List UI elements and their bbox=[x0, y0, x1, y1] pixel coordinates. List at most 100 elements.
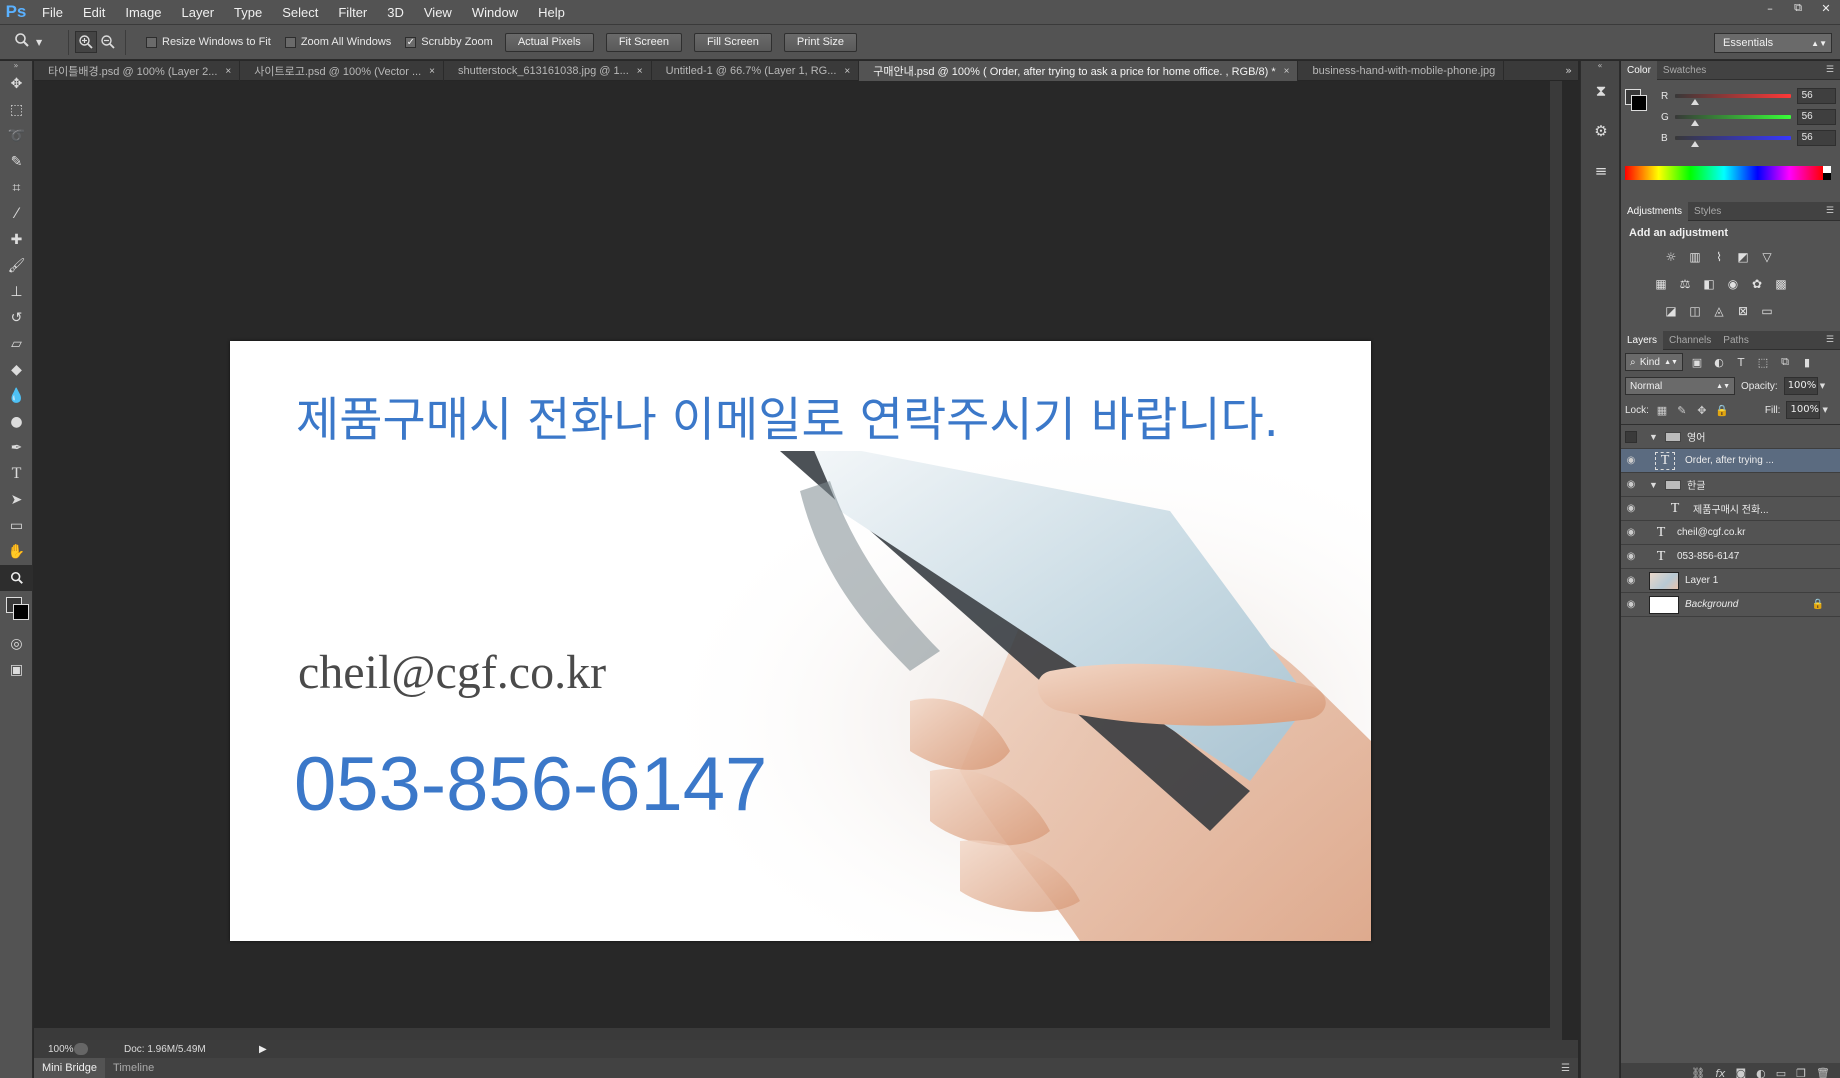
close-icon[interactable]: × bbox=[1284, 66, 1290, 77]
blue-value-input[interactable]: 56 bbox=[1796, 130, 1837, 146]
resize-windows-checkbox[interactable] bbox=[146, 36, 157, 48]
print-size-button[interactable]: Print Size bbox=[783, 32, 857, 52]
layer-row[interactable]: ◉ T 053-856-6147 bbox=[1621, 545, 1840, 569]
horizontal-scrollbar[interactable] bbox=[34, 1028, 1562, 1040]
panel-menu-icon[interactable]: ☰ bbox=[1561, 1063, 1570, 1074]
menu-help[interactable]: Help bbox=[528, 0, 575, 25]
chevron-down-icon[interactable]: ▼ bbox=[1820, 382, 1825, 390]
clone-stamp-tool-icon[interactable]: ⊥ bbox=[0, 279, 33, 305]
photo-filter-icon[interactable]: ◉ bbox=[1725, 276, 1741, 292]
status-menu-arrow-icon[interactable]: ▶ bbox=[259, 1044, 267, 1055]
doc-tab[interactable]: shutterstock_613161038.jpg @ 1... × bbox=[444, 61, 652, 81]
document-canvas[interactable]: 제품구매시 전화나 이메일로 연락주시기 바랍니다. cheil@cgf.co.… bbox=[230, 341, 1371, 941]
menu-image[interactable]: Image bbox=[115, 0, 171, 25]
doc-tab[interactable]: 타이틀배경.psd @ 100% (Layer 2... × bbox=[34, 61, 241, 81]
brightness-icon[interactable]: ☼ bbox=[1663, 249, 1679, 265]
paragraph-panel-icon[interactable]: ≡ bbox=[1581, 151, 1621, 191]
posterize-icon[interactable]: ◫ bbox=[1687, 303, 1703, 319]
zoom-level-field[interactable]: 100% bbox=[34, 1044, 74, 1055]
curves-icon[interactable]: ⌇ bbox=[1711, 249, 1727, 265]
eye-icon[interactable]: ◉ bbox=[1621, 575, 1641, 586]
menu-3d[interactable]: 3D bbox=[377, 0, 414, 25]
quick-mask-icon[interactable]: ◎ bbox=[0, 631, 33, 657]
lock-transparent-icon[interactable]: ▦ bbox=[1655, 404, 1669, 417]
pixel-filter-icon[interactable]: ▣ bbox=[1689, 354, 1705, 370]
resize-windows-option[interactable]: Resize Windows to Fit bbox=[146, 36, 271, 48]
fit-screen-button[interactable]: Fit Screen bbox=[605, 32, 682, 52]
opacity-input[interactable]: 100% bbox=[1783, 377, 1818, 395]
type-tool-icon[interactable]: T bbox=[0, 461, 33, 487]
eye-icon[interactable]: ◉ bbox=[1621, 527, 1641, 538]
color-lookup-icon[interactable]: ▩ bbox=[1773, 276, 1789, 292]
adjustment-filter-icon[interactable]: ◐ bbox=[1711, 354, 1727, 370]
tool-preset-picker[interactable]: ▼ bbox=[14, 29, 62, 56]
background-color-swatch[interactable] bbox=[13, 604, 29, 620]
menu-view[interactable]: View bbox=[414, 0, 462, 25]
layer-row[interactable]: ◉ Background 🔒 bbox=[1621, 593, 1840, 617]
zoom-all-windows-option[interactable]: Zoom All Windows bbox=[284, 36, 391, 48]
eye-icon[interactable]: ◉ bbox=[1621, 455, 1641, 466]
screen-mode-icon[interactable]: ▣ bbox=[0, 657, 33, 683]
lock-all-icon[interactable]: 🔒 bbox=[1715, 404, 1729, 417]
close-icon[interactable]: × bbox=[844, 66, 850, 77]
doc-tab[interactable]: 사이트로고.psd @ 100% (Vector ... × bbox=[240, 61, 445, 81]
eye-icon[interactable]: ◉ bbox=[1621, 599, 1641, 610]
tab-color[interactable]: Color bbox=[1621, 60, 1657, 80]
levels-icon[interactable]: ▥ bbox=[1687, 249, 1703, 265]
layer-row-selected[interactable]: ◉ T Order, after trying ... bbox=[1621, 449, 1840, 473]
properties-panel-icon[interactable]: ⚙ bbox=[1581, 111, 1621, 151]
menu-layer[interactable]: Layer bbox=[172, 0, 225, 25]
background-color-swatch[interactable] bbox=[1631, 95, 1647, 111]
move-tool-icon[interactable]: ✥ bbox=[0, 71, 33, 97]
crop-tool-icon[interactable]: ⌗ bbox=[0, 175, 33, 201]
selective-color-icon[interactable]: ⊠ bbox=[1735, 303, 1751, 319]
menu-file[interactable]: File bbox=[32, 0, 73, 25]
share-icon[interactable] bbox=[74, 1043, 88, 1055]
restore-icon[interactable]: ⧉ bbox=[1784, 0, 1812, 16]
new-group-icon[interactable]: ▭ bbox=[1776, 1067, 1786, 1078]
canvas-area[interactable]: 제품구매시 전화나 이메일로 연락주시기 바랍니다. cheil@cgf.co.… bbox=[34, 81, 1562, 1040]
hue-saturation-icon[interactable]: ▦ bbox=[1653, 276, 1669, 292]
chevron-down-icon[interactable]: ▼ bbox=[1822, 406, 1827, 414]
actual-pixels-button[interactable]: Actual Pixels bbox=[504, 32, 594, 52]
color-swatches[interactable] bbox=[0, 591, 32, 631]
layer-kind-filter[interactable]: ⌕ Kind ▲▼ bbox=[1625, 353, 1683, 371]
history-panel-icon[interactable]: ⧗ bbox=[1581, 71, 1621, 111]
tab-layers[interactable]: Layers bbox=[1621, 330, 1664, 350]
lock-pixels-icon[interactable]: ✎ bbox=[1675, 404, 1689, 417]
smart-object-filter-icon[interactable]: ⧉ bbox=[1777, 354, 1793, 370]
disclosure-triangle-icon[interactable]: ▼ bbox=[1649, 432, 1659, 442]
color-spectrum[interactable] bbox=[1625, 166, 1823, 180]
tab-overflow-icon[interactable]: » bbox=[1565, 61, 1572, 81]
black-white-swatch[interactable] bbox=[1823, 166, 1831, 180]
eye-icon[interactable]: ◉ bbox=[1621, 503, 1641, 514]
zoom-tool-icon[interactable] bbox=[0, 565, 33, 591]
layer-row[interactable]: ◉ ▼ 한글 bbox=[1621, 473, 1840, 497]
trash-icon[interactable]: 🗑 bbox=[1816, 1067, 1830, 1078]
tab-swatches[interactable]: Swatches bbox=[1657, 61, 1712, 80]
lock-position-icon[interactable]: ✥ bbox=[1695, 404, 1709, 417]
menu-type[interactable]: Type bbox=[224, 0, 272, 25]
close-icon[interactable]: × bbox=[637, 66, 643, 77]
new-layer-icon[interactable]: ❐ bbox=[1796, 1067, 1806, 1078]
eraser-tool-icon[interactable]: ▱ bbox=[0, 331, 33, 357]
doc-tab[interactable]: Untitled-1 @ 66.7% (Layer 1, RG... × bbox=[652, 61, 860, 81]
rectangle-tool-icon[interactable]: ▭ bbox=[0, 513, 33, 539]
healing-brush-tool-icon[interactable]: ✚ bbox=[0, 227, 33, 253]
zoom-all-windows-checkbox[interactable] bbox=[284, 36, 296, 48]
panel-collapse-icon[interactable]: » bbox=[0, 61, 32, 71]
fill-screen-button[interactable]: Fill Screen bbox=[693, 32, 772, 52]
vibrance-icon[interactable]: ▽ bbox=[1759, 249, 1775, 265]
gradient-map-icon[interactable]: ▭ bbox=[1759, 303, 1775, 319]
tab-adjustments[interactable]: Adjustments bbox=[1621, 201, 1689, 221]
tab-styles[interactable]: Styles bbox=[1688, 202, 1727, 221]
channel-mixer-icon[interactable]: ✿ bbox=[1749, 276, 1765, 292]
black-white-icon[interactable]: ◧ bbox=[1701, 276, 1717, 292]
close-icon[interactable]: × bbox=[429, 66, 435, 77]
fill-input[interactable]: 100% bbox=[1786, 401, 1821, 419]
color-balance-icon[interactable]: ⚖ bbox=[1677, 276, 1693, 292]
disclosure-triangle-icon[interactable]: ▼ bbox=[1649, 480, 1659, 490]
green-value-input[interactable]: 56 bbox=[1796, 109, 1837, 125]
eyedropper-tool-icon[interactable]: ⁄ bbox=[0, 201, 33, 227]
scrubby-zoom-checkbox[interactable]: ✓ bbox=[405, 36, 417, 48]
